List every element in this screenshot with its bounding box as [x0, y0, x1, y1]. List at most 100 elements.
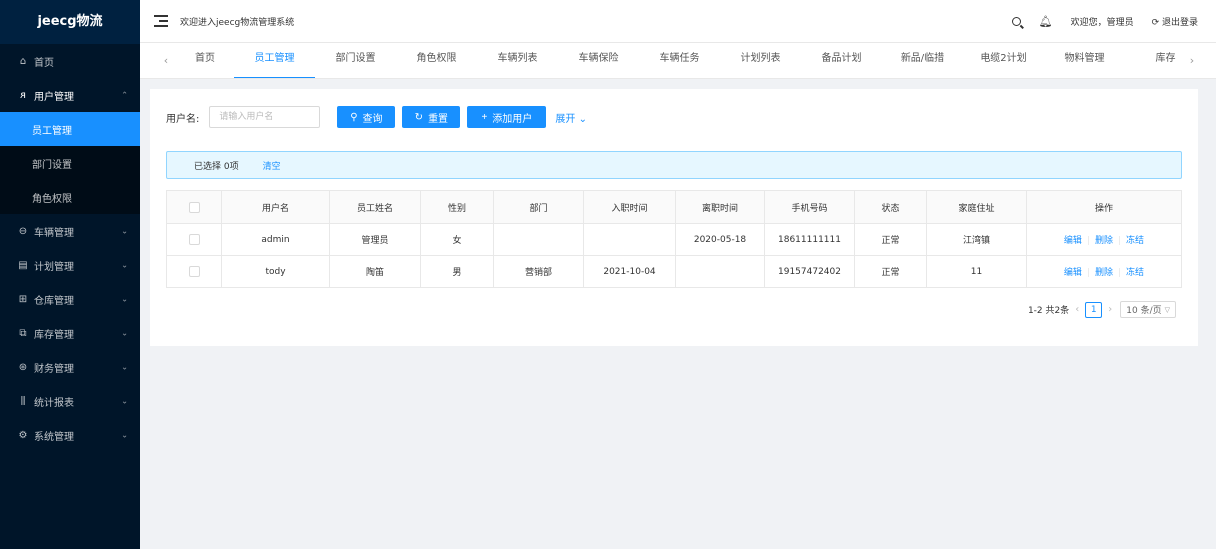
sidebar-submenu-user: 员工管理 部门设置 角色权限 — [0, 112, 140, 214]
prev-page-icon[interactable]: ‹ — [1075, 304, 1079, 315]
file-icon: ▤ — [18, 259, 28, 271]
tab-role-permissions[interactable]: 角色权限 — [396, 43, 477, 78]
query-button[interactable]: ⚲ 查询 — [337, 106, 396, 128]
cell-address: 江湾镇 — [926, 223, 1027, 256]
page-number-1[interactable]: 1 — [1085, 301, 1103, 318]
search-form: 用户名: ⚲ 查询 ↻ 重置 + 添加用户 展开 ⌄ — [166, 106, 587, 128]
tab-new-items[interactable]: 新品/临措 — [882, 43, 963, 78]
column-header: 部门 — [493, 190, 584, 224]
sidebar-item-department-settings[interactable]: 部门设置 — [0, 146, 140, 180]
tab-department-settings[interactable]: 部门设置 — [315, 43, 396, 78]
page-size-value: 10 条/页 — [1126, 306, 1162, 316]
tab-vehicle-list[interactable]: 车辆列表 — [477, 43, 558, 78]
chevron-down-icon: ⌄ — [121, 328, 128, 338]
username-label: 用户名: — [166, 113, 200, 125]
next-page-icon[interactable]: › — [1108, 304, 1112, 315]
sidebar-item-role-permissions[interactable]: 角色权限 — [0, 180, 140, 214]
delete-link[interactable]: 删除 — [1095, 268, 1113, 278]
chevron-down-icon: ⌄ — [121, 362, 128, 372]
tab-vehicle-insurance[interactable]: 车辆保险 — [558, 43, 639, 78]
tab-home[interactable]: 首页 — [176, 43, 234, 78]
sidebar-item-inventory-management[interactable]: ⧉ 库存管理 ⌄ — [0, 316, 140, 350]
row-checkbox[interactable] — [188, 234, 200, 245]
page-size-select[interactable]: 10 条/页 ▽ — [1120, 301, 1176, 318]
search-icon: ⚲ — [350, 111, 358, 123]
tab-cable-plan[interactable]: 电缆2计划 — [963, 43, 1044, 78]
bar-chart-icon: ⫼ — [20, 395, 26, 407]
tab-inventory[interactable]: 库存 — [1125, 43, 1186, 78]
user-greeting[interactable]: 欢迎您，管理员 — [1071, 15, 1134, 28]
cell-gender: 男 — [420, 255, 494, 288]
chevron-down-icon: ⌄ — [121, 294, 128, 304]
bell-icon[interactable]: 🔔︎ — [1039, 15, 1053, 28]
chevron-down-icon: ⌄ — [121, 226, 128, 236]
sidebar-item-statistics-reports[interactable]: ⫼ 统计报表 ⌄ — [0, 384, 140, 418]
freeze-link[interactable]: 冻结 — [1126, 268, 1144, 278]
tab-scroll-right-icon[interactable]: › — [1184, 43, 1200, 78]
username-input[interactable] — [209, 106, 321, 128]
cell-gender: 女 — [420, 223, 494, 256]
sidebar-item-label: 系统管理 — [34, 431, 74, 443]
app-logo: jeecg物流 — [0, 0, 140, 44]
sidebar-item-warehouse-management[interactable]: ⊞ 仓库管理 ⌄ — [0, 282, 140, 316]
plus-icon: + — [481, 111, 488, 123]
menu-fold-icon[interactable] — [154, 15, 168, 27]
gear-icon: ⚙ — [18, 429, 28, 441]
reset-button[interactable]: ↻ 重置 — [402, 106, 461, 128]
tab-vehicle-tasks[interactable]: 车辆任务 — [639, 43, 720, 78]
sidebar-item-label: 首页 — [34, 57, 54, 69]
add-user-button[interactable]: + 添加用户 — [467, 106, 547, 128]
sidebar-item-user-management[interactable]: ᴙ 用户管理 ⌃ — [0, 78, 140, 112]
clear-selection-link[interactable]: 清空 — [263, 159, 281, 172]
cell-status: 正常 — [854, 223, 927, 256]
grid-icon: ⊞ — [18, 293, 28, 305]
tab-spare-plan[interactable]: 备品计划 — [801, 43, 882, 78]
edit-link[interactable]: 编辑 — [1064, 236, 1082, 246]
sidebar-item-label: 仓库管理 — [34, 295, 74, 307]
sidebar-item-employee-management[interactable]: 员工管理 — [0, 112, 140, 146]
sidebar-item-label: 车辆管理 — [34, 227, 74, 239]
logout-label: 退出登录 — [1161, 18, 1198, 28]
expand-link[interactable]: 展开 ⌄ — [555, 110, 587, 125]
search-icon[interactable] — [1011, 17, 1021, 26]
tab-scroll-left-icon[interactable]: ‹ — [158, 43, 174, 78]
tab-material-management[interactable]: 物料管理 — [1044, 43, 1125, 78]
sidebar-item-home[interactable]: ⌂ 首页 — [0, 44, 140, 78]
tab-bar: ‹ 首页 员工管理 部门设置 角色权限 车辆列表 车辆保险 车辆任务 计划列表 … — [140, 43, 1216, 79]
welcome-text: 欢迎进入jeecg物流管理系统 — [180, 17, 295, 28]
tabs: 首页 员工管理 部门设置 角色权限 车辆列表 车辆保险 车辆任务 计划列表 备品… — [176, 43, 1186, 78]
edit-link[interactable]: 编辑 — [1064, 268, 1082, 278]
content-card: 用户名: ⚲ 查询 ↻ 重置 + 添加用户 展开 ⌄ 已选择 0项 清空 用户名 员工… — [150, 89, 1198, 346]
tab-employee-management[interactable]: 员工管理 — [234, 43, 315, 78]
delete-link[interactable]: 删除 — [1095, 236, 1113, 246]
cell-name: 管理员 — [329, 223, 421, 256]
reset-button-label: 重置 — [428, 113, 449, 125]
cell-leave-date — [675, 255, 765, 288]
sidebar-item-label: 用户管理 — [34, 91, 74, 103]
chevron-down-icon: ⌄ — [121, 260, 128, 270]
row-checkbox[interactable] — [188, 266, 200, 277]
logout-button[interactable]: ⟳ 退出登录 — [1152, 15, 1198, 28]
sidebar-item-plan-management[interactable]: ▤ 计划管理 ⌄ — [0, 248, 140, 282]
column-header: 员工姓名 — [329, 190, 421, 224]
cell-name: 陶笛 — [329, 255, 421, 288]
freeze-link[interactable]: 冻结 — [1126, 236, 1144, 246]
chevron-up-icon: ⌃ — [121, 90, 128, 100]
sidebar-item-finance-management[interactable]: ⊛ 财务管理 ⌄ — [0, 350, 140, 384]
sidebar-item-system-management[interactable]: ⚙ 系统管理 ⌄ — [0, 418, 140, 452]
tab-plan-list[interactable]: 计划列表 — [720, 43, 801, 78]
cell-department — [493, 223, 584, 256]
select-all-checkbox[interactable] — [188, 201, 200, 213]
yen-icon: ⊛ — [18, 361, 28, 373]
car-icon: ⊖ — [18, 225, 28, 237]
header-actions: 🔔︎ 欢迎您，管理员 ⟳ 退出登录 — [994, 0, 1198, 43]
cell-leave-date: 2020-05-18 — [675, 223, 765, 256]
sidebar: jeecg物流 ⌂ 首页 ᴙ 用户管理 ⌃ 员工管理 部门设置 角色权限 ⊖ 车… — [0, 0, 140, 549]
cell-username: tody — [221, 255, 330, 288]
sidebar-item-label: 计划管理 — [34, 261, 74, 273]
table-row: admin 管理员 女 2020-05-18 18611111111 正常 江湾… — [166, 223, 1182, 256]
chevron-down-icon: ⌄ — [121, 430, 128, 440]
sidebar-item-vehicle-management[interactable]: ⊖ 车辆管理 ⌄ — [0, 214, 140, 248]
row-select-cell — [166, 255, 222, 288]
cell-username: admin — [221, 223, 330, 256]
